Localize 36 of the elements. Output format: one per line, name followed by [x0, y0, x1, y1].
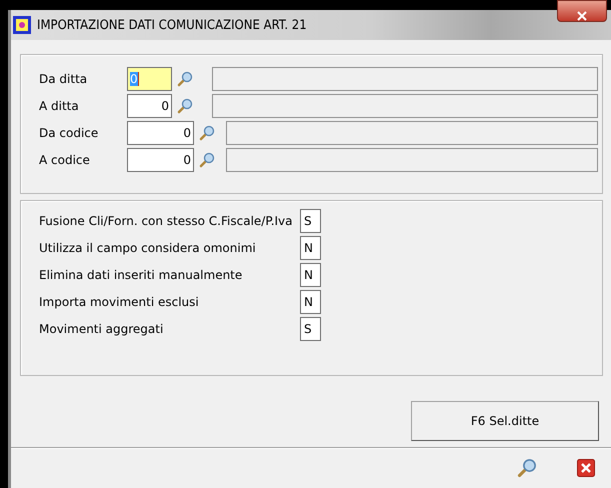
search-icon[interactable]: [199, 152, 215, 168]
field-value: 0: [183, 153, 191, 167]
option-label: Utilizza il campo considera omonimi: [39, 241, 257, 255]
number-field[interactable]: 0: [127, 148, 194, 172]
search-icon[interactable]: [199, 125, 215, 141]
number-field[interactable]: 0: [127, 94, 172, 118]
field-value: 0: [130, 72, 139, 86]
field-label: Da ditta: [39, 72, 88, 86]
description-field[interactable]: [226, 121, 598, 145]
close-button[interactable]: [557, 0, 607, 22]
option-field[interactable]: N: [300, 263, 321, 287]
description-field[interactable]: [212, 94, 598, 118]
number-field[interactable]: 0: [127, 121, 194, 145]
search-icon[interactable]: [177, 98, 193, 114]
option-label: Fusione Cli/Forn. con stesso C.Fiscale/P.Iva: [39, 214, 294, 228]
description-field[interactable]: [226, 148, 598, 172]
select-button[interactable]: F6 Sel.ditte: [411, 401, 599, 441]
option-label: Elimina dati inseriti manualmente: [39, 268, 244, 282]
option-field[interactable]: N: [300, 290, 321, 314]
description-field[interactable]: [212, 67, 598, 91]
field-label: A codice: [39, 153, 91, 167]
option-label: Movimenti aggregati: [39, 322, 164, 336]
field-value: 0: [161, 99, 169, 113]
field-value: 0: [183, 126, 191, 140]
window-title: IMPORTAZIONE DATI COMUNICAZIONE ART. 21: [37, 18, 307, 32]
app-icon: [13, 16, 31, 34]
search-icon[interactable]: [177, 71, 193, 87]
search-icon[interactable]: [517, 458, 537, 478]
option-label: Importa movimenti esclusi: [39, 295, 200, 309]
close-icon[interactable]: [577, 459, 595, 477]
field-label: Da codice: [39, 126, 100, 140]
option-field[interactable]: S: [300, 209, 321, 233]
option-field[interactable]: N: [300, 236, 321, 260]
close-icon: [575, 11, 589, 21]
field-label: A ditta: [39, 99, 80, 113]
option-field[interactable]: S: [300, 317, 321, 341]
